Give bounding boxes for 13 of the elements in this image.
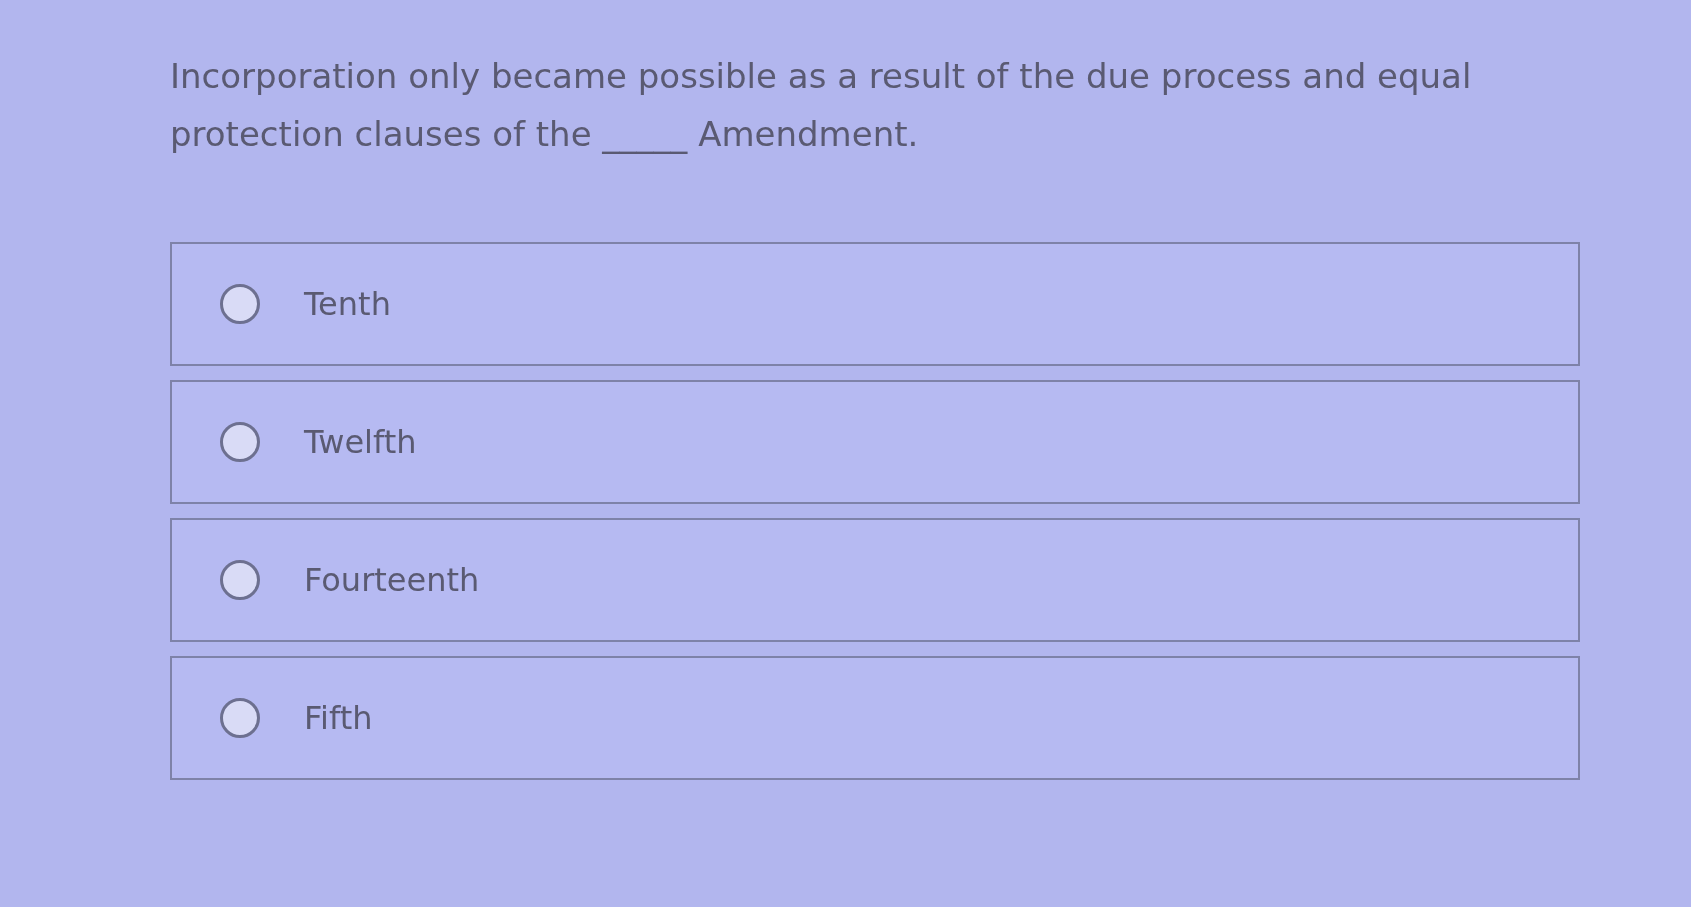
option-label: Tenth (304, 283, 391, 325)
question-text: Incorporation only became possible as a result of the due process and equal protection clauses of the _____ Amendment. (170, 55, 1473, 156)
radio-button[interactable] (220, 421, 260, 462)
option-label: Fifth (304, 697, 373, 739)
radio-button[interactable] (220, 559, 260, 600)
radio-button[interactable] (220, 697, 260, 738)
answer-option[interactable]: Twelfth (170, 379, 1580, 504)
answer-option[interactable]: Fourteenth (170, 517, 1580, 642)
answer-option[interactable]: Tenth (170, 241, 1580, 366)
radio-button[interactable] (220, 283, 260, 324)
answer-option[interactable]: Fifth (170, 655, 1580, 780)
option-label: Twelfth (304, 421, 417, 463)
option-label: Fourteenth (304, 559, 480, 601)
